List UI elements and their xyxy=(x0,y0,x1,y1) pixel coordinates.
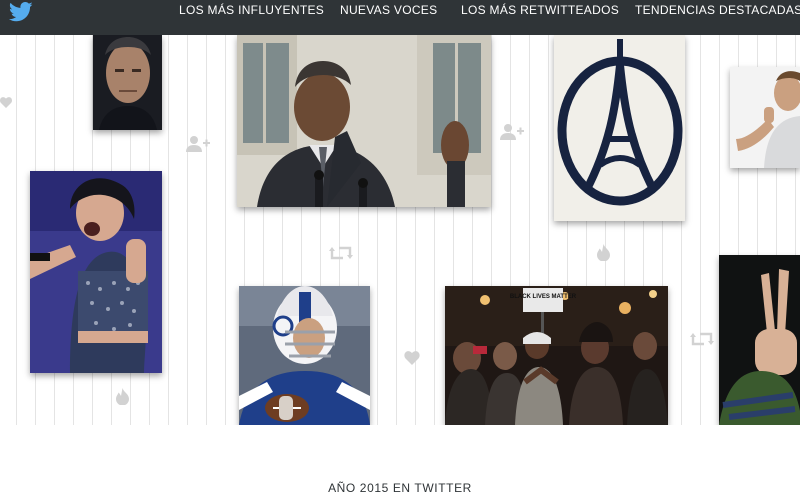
protest-sign-text: BLACK LIVES MATTER xyxy=(510,294,577,300)
nav-new-voices[interactable]: NUEVAS VOCES xyxy=(340,3,437,17)
photo-thumbs-up-man[interactable] xyxy=(730,67,800,168)
heart-icon xyxy=(0,97,12,108)
flame-icon xyxy=(116,388,129,405)
photo-football-quarterback[interactable] xyxy=(239,286,370,425)
photo-peace-for-paris[interactable] xyxy=(554,35,685,221)
retweet-icon xyxy=(329,246,353,260)
flame-icon xyxy=(597,244,610,261)
top-navigation-bar: LOS MÁS INFLUYENTES NUEVAS VOCES LOS MÁS… xyxy=(0,0,800,35)
nav-most-influential[interactable]: LOS MÁS INFLUYENTES xyxy=(179,3,324,17)
photo-peace-sign-hand[interactable] xyxy=(719,255,800,425)
nav-top-trends[interactable]: TENDENCIAS DESTACADAS xyxy=(635,3,800,17)
follow-icon xyxy=(186,136,210,152)
nav-most-retweeted[interactable]: LOS MÁS RETWITTEADOS xyxy=(461,3,619,17)
photo-singer-performing[interactable] xyxy=(30,171,162,373)
photo-elderly-man[interactable] xyxy=(93,35,162,130)
year-in-review-title: AÑO 2015 EN TWITTER xyxy=(328,481,472,495)
photo-protest-crowd[interactable]: BLACK LIVES MATTER xyxy=(445,286,668,425)
retweet-icon xyxy=(690,332,714,346)
photo-collage: BLACK LIVES MATTER xyxy=(0,35,800,425)
heart-icon xyxy=(404,351,420,365)
photo-president-podium[interactable] xyxy=(237,35,491,207)
twitter-bird-icon[interactable] xyxy=(9,2,33,22)
follow-icon xyxy=(500,124,524,140)
